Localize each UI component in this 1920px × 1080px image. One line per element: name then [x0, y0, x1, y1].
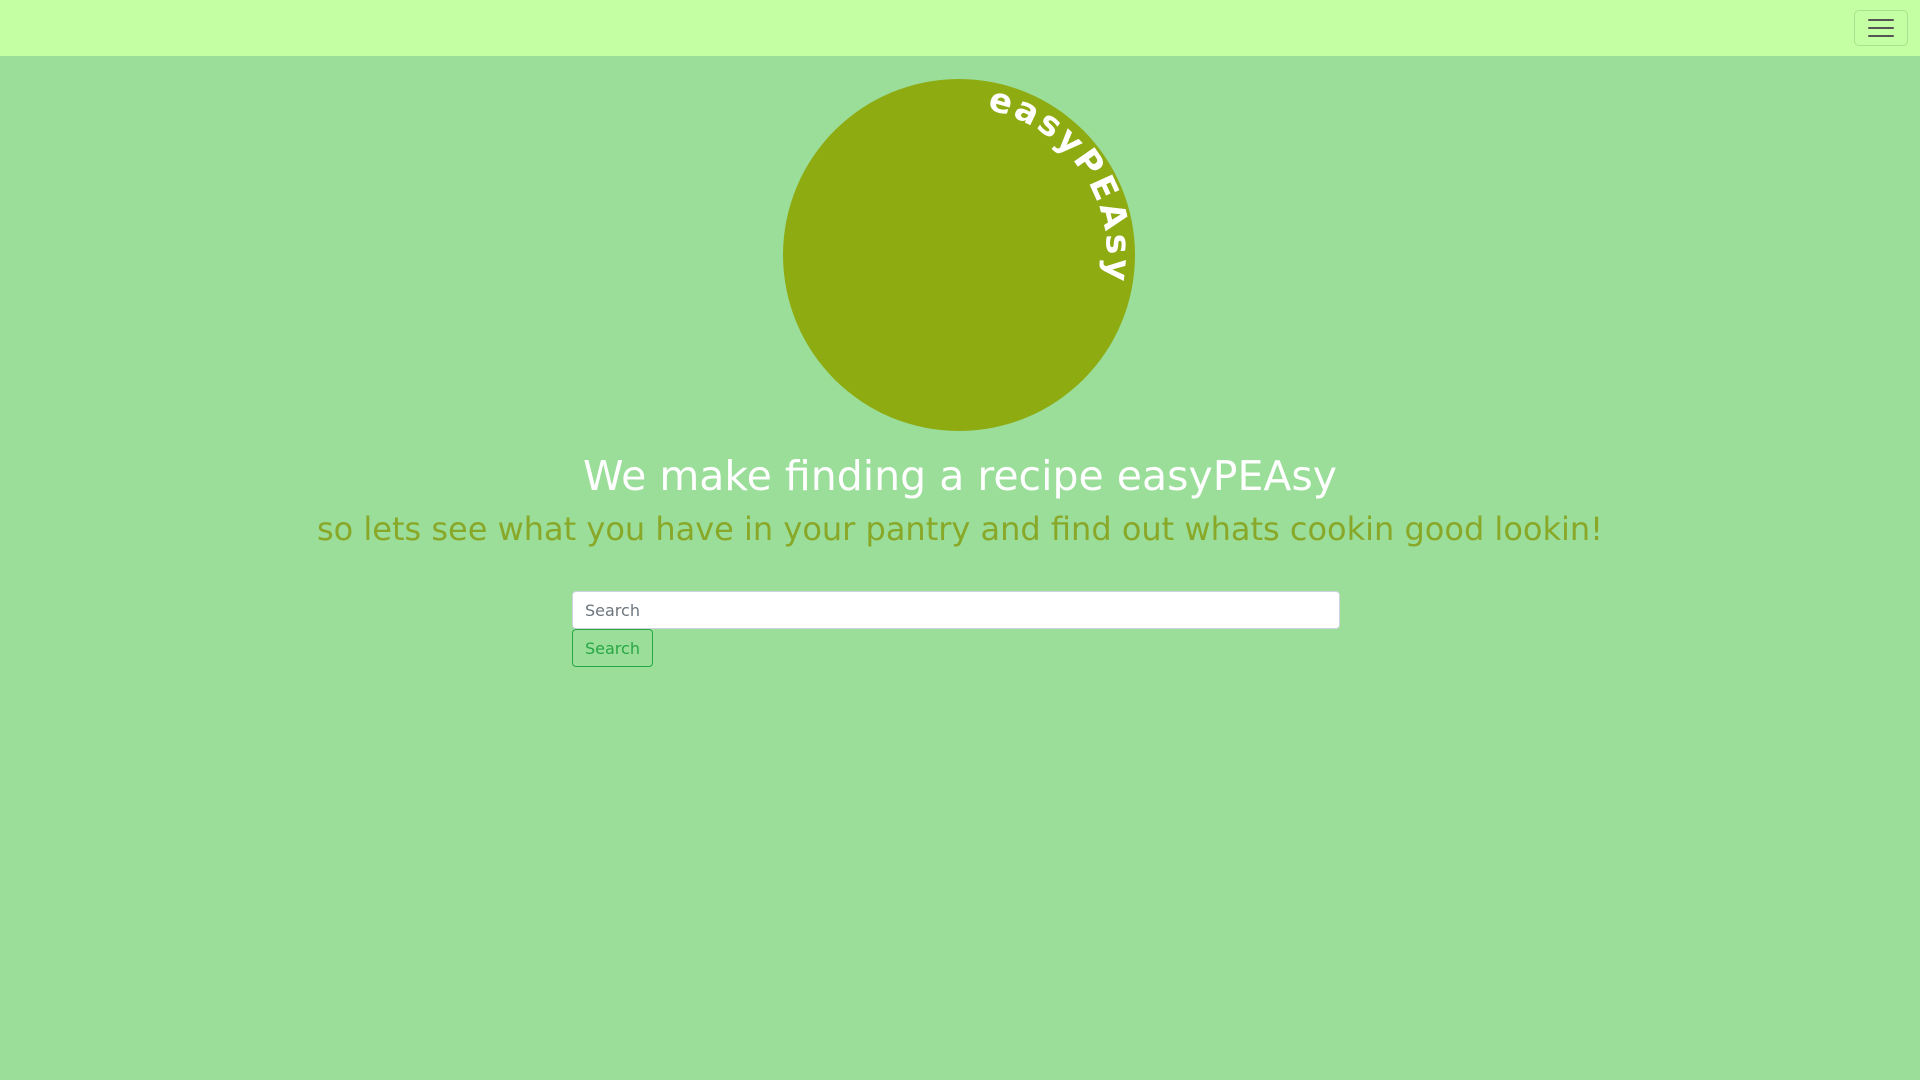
top-navbar — [0, 0, 1920, 56]
hamburger-icon — [1868, 19, 1894, 37]
page-headline: We make finding a recipe easyPEAsy — [582, 452, 1338, 500]
search-input[interactable] — [572, 591, 1340, 629]
navbar-toggle-button[interactable] — [1854, 10, 1908, 46]
search-form: Search — [572, 591, 1340, 667]
page-subheadline: so lets see what you have in your pantry… — [316, 510, 1603, 548]
easypeasy-logo: easyPEAsy — [783, 79, 1135, 431]
search-button[interactable]: Search — [572, 629, 653, 667]
